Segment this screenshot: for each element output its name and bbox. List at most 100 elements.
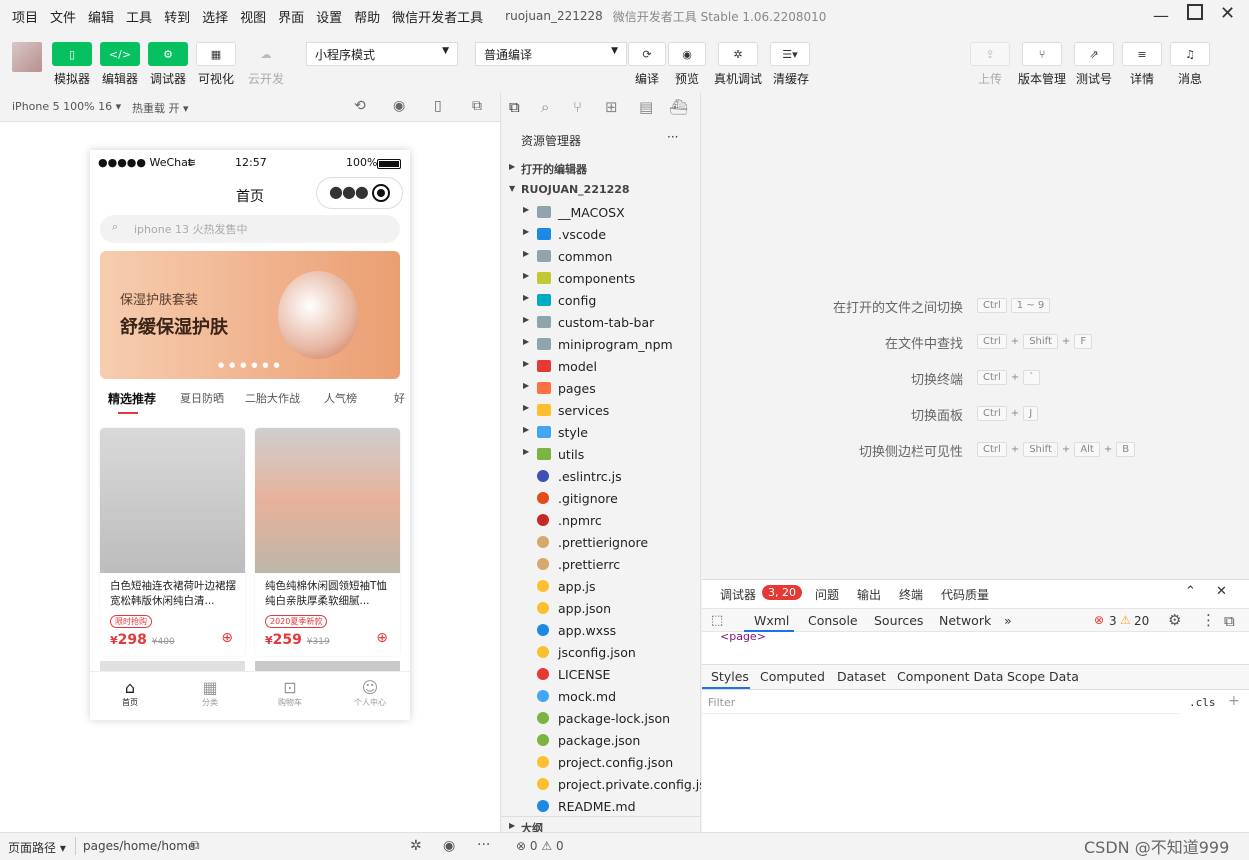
- menu-item[interactable]: 文件: [44, 7, 82, 26]
- tab-styles[interactable]: Styles: [711, 669, 749, 684]
- tab-debugger[interactable]: 调试器: [720, 586, 756, 603]
- devtab-console[interactable]: Console: [808, 613, 858, 628]
- avatar[interactable]: [12, 42, 42, 72]
- tab-second-child[interactable]: 二胎大作战: [245, 390, 300, 406]
- more-icon[interactable]: ···: [667, 130, 678, 144]
- tab-more[interactable]: 好: [394, 390, 405, 406]
- folder-item[interactable]: ▶ pages: [501, 378, 701, 400]
- new-window-icon[interactable]: ⧉: [472, 98, 482, 114]
- add-cart-icon[interactable]: ⊕: [376, 630, 388, 646]
- folder-item[interactable]: ▶ model: [501, 356, 701, 378]
- devtab-sources[interactable]: Sources: [874, 613, 923, 628]
- tabbar-category[interactable]: ▦ 分类: [170, 672, 250, 720]
- visual-button[interactable]: ▦: [196, 42, 236, 66]
- file-item[interactable]: project.private.config.js...: [501, 774, 701, 796]
- tab-scope-data[interactable]: Scope Data: [1007, 669, 1079, 684]
- tabbar-cart[interactable]: ⊡ 购物车: [250, 672, 330, 720]
- folder-item[interactable]: ▶ .vscode: [501, 224, 701, 246]
- file-item[interactable]: app.wxss: [501, 620, 701, 642]
- plus-icon[interactable]: +: [1228, 693, 1240, 709]
- compile-button[interactable]: ⟳: [628, 42, 666, 66]
- close-icon[interactable]: ✕: [1220, 3, 1235, 24]
- copy-icon[interactable]: ⧉: [191, 838, 200, 853]
- tab-code-quality[interactable]: 代码质量: [941, 586, 989, 603]
- test-id-button[interactable]: ⇗: [1074, 42, 1114, 66]
- close-icon[interactable]: ✕: [1216, 584, 1227, 599]
- phone-icon[interactable]: ▯: [434, 98, 442, 114]
- preview-button[interactable]: ◉: [668, 42, 706, 66]
- menu-item[interactable]: 帮助: [348, 7, 386, 26]
- menu-item[interactable]: 工具: [120, 7, 158, 26]
- files-icon[interactable]: ⧉: [509, 98, 520, 116]
- root-folder-section[interactable]: ▼ RUOJUAN_221228: [501, 180, 701, 202]
- eye-icon[interactable]: ◉: [443, 838, 455, 854]
- menu-item[interactable]: 设置: [310, 7, 348, 26]
- more-tabs-icon[interactable]: »: [1004, 613, 1012, 628]
- file-item[interactable]: .prettierignore: [501, 532, 701, 554]
- docker-icon[interactable]: ⛴: [669, 98, 688, 116]
- tab-popular[interactable]: 人气榜: [324, 390, 357, 406]
- editor-button[interactable]: </>: [100, 42, 140, 66]
- version-button[interactable]: ⑂: [1022, 42, 1062, 66]
- menu-item[interactable]: 界面: [272, 7, 310, 26]
- tab-dataset[interactable]: Dataset: [837, 669, 886, 684]
- close-target-icon[interactable]: [372, 184, 390, 202]
- rotate-icon[interactable]: ⟲: [354, 98, 366, 114]
- file-item[interactable]: jsconfig.json: [501, 642, 701, 664]
- gear-icon[interactable]: ⚙: [1168, 611, 1181, 629]
- search-bar[interactable]: ⌕ iphone 13 火热发售中: [100, 215, 400, 243]
- file-item[interactable]: app.js: [501, 576, 701, 598]
- folder-item[interactable]: ▶ miniprogram_npm: [501, 334, 701, 356]
- hot-reload-toggle[interactable]: 热重载 开 ▾: [132, 100, 189, 116]
- devtab-network[interactable]: Network: [939, 613, 991, 628]
- error-status[interactable]: ⊗ 0 ⚠ 0: [516, 839, 564, 853]
- open-editors-section[interactable]: ▶ 打开的编辑器: [501, 158, 701, 180]
- remote-debug-button[interactable]: ✲: [718, 42, 758, 66]
- tab-problems[interactable]: 问题: [815, 586, 839, 603]
- kebab-icon[interactable]: ⋮: [1201, 611, 1216, 629]
- folder-item[interactable]: ▶ services: [501, 400, 701, 422]
- source-control-icon[interactable]: ⑂: [573, 98, 582, 116]
- file-item[interactable]: package.json: [501, 730, 701, 752]
- cls-toggle[interactable]: .cls: [1189, 696, 1216, 709]
- file-item[interactable]: package-lock.json: [501, 708, 701, 730]
- tab-component-data[interactable]: Component Data: [897, 669, 1003, 684]
- storage-icon[interactable]: ▤: [639, 98, 653, 116]
- menu-item[interactable]: 微信开发者工具: [386, 7, 489, 26]
- search-icon[interactable]: ⌕: [541, 98, 549, 116]
- cloud-button[interactable]: ☁: [246, 42, 286, 66]
- wxml-node[interactable]: <page>: [720, 630, 766, 643]
- menu-item[interactable]: 项目: [6, 7, 44, 26]
- file-item[interactable]: project.config.json: [501, 752, 701, 774]
- menu-item[interactable]: 转到: [158, 7, 196, 26]
- folder-item[interactable]: ▶ __MACOSX: [501, 202, 701, 224]
- menu-item[interactable]: 选择: [196, 7, 234, 26]
- folder-item[interactable]: ▶ custom-tab-bar: [501, 312, 701, 334]
- add-cart-icon[interactable]: ⊕: [221, 630, 233, 646]
- product-card[interactable]: 白色短袖连衣裙荷叶边裙摆宽松韩版休闲纯白清... 限时抢购 ¥298 ¥400 …: [100, 428, 245, 656]
- tabbar-profile[interactable]: ☺ 个人中心: [330, 672, 410, 720]
- file-item[interactable]: LICENSE: [501, 664, 701, 686]
- device-select[interactable]: iPhone 5 100% 16 ▾: [12, 100, 121, 113]
- file-item[interactable]: README.md: [501, 796, 701, 818]
- more-icon[interactable]: ●●●: [329, 182, 369, 201]
- tab-summer[interactable]: 夏日防晒: [180, 390, 224, 406]
- filter-input[interactable]: Filter: [702, 692, 1179, 714]
- tab-terminal[interactable]: 终端: [899, 586, 923, 603]
- devtab-wxml[interactable]: Wxml: [754, 613, 789, 628]
- banner[interactable]: 保湿护肤套装 舒缓保湿护肤 ●●●●●●: [100, 251, 400, 379]
- bug-icon[interactable]: ✲: [410, 838, 422, 854]
- stop-icon[interactable]: ◉: [393, 98, 405, 114]
- file-item[interactable]: app.json: [501, 598, 701, 620]
- file-item[interactable]: .gitignore: [501, 488, 701, 510]
- tab-computed[interactable]: Computed: [760, 669, 825, 684]
- folder-item[interactable]: ▶ config: [501, 290, 701, 312]
- folder-item[interactable]: ▶ common: [501, 246, 701, 268]
- capsule-menu[interactable]: ●●●: [316, 177, 403, 209]
- tab-featured[interactable]: 精选推荐: [108, 390, 156, 407]
- debugger-button[interactable]: ⚙: [148, 42, 188, 66]
- maximize-icon[interactable]: [1187, 4, 1203, 20]
- compile-select[interactable]: 普通编译 ▼: [475, 42, 627, 66]
- extensions-icon[interactable]: ⊞: [605, 98, 618, 116]
- tabbar-home[interactable]: ⌂ 首页: [90, 672, 170, 720]
